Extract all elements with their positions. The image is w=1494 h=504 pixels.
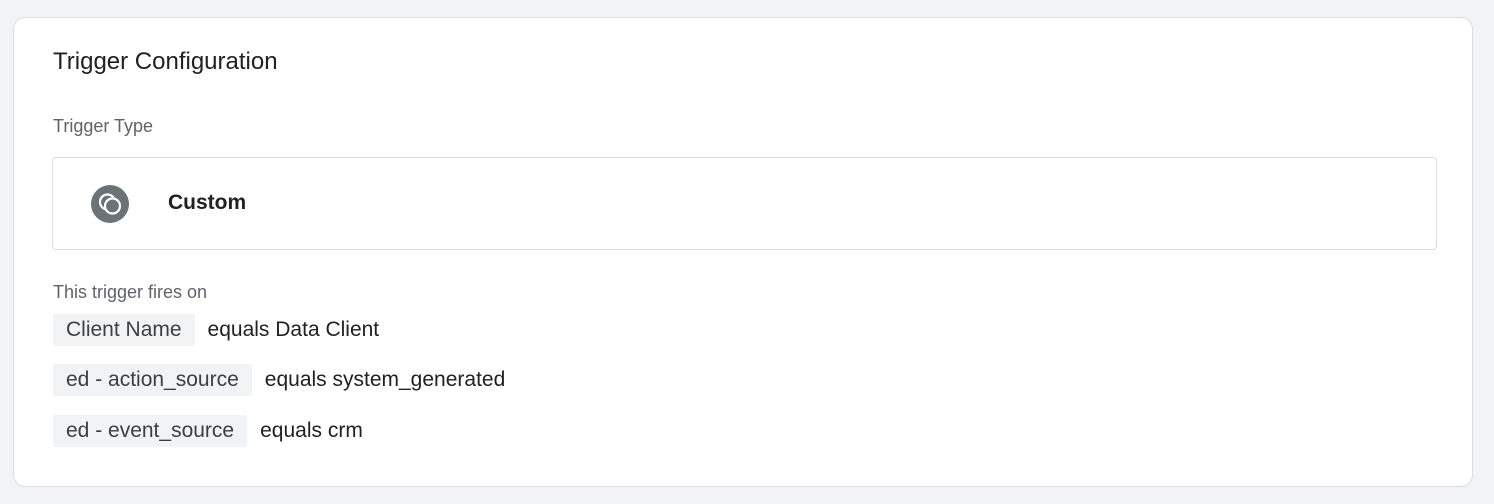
condition-row: ed - event_source equals crm (53, 415, 363, 447)
trigger-type-selector[interactable]: Custom (52, 157, 1437, 250)
condition-row: Client Name equals Data Client (53, 314, 379, 346)
condition-variable-chip: ed - event_source (53, 415, 248, 447)
condition-operator-value: equals Data Client (207, 318, 380, 341)
custom-trigger-icon (91, 185, 129, 223)
fires-on-label: This trigger fires on (53, 282, 208, 302)
trigger-configuration-card: Trigger Configuration Trigger Type Custo… (13, 17, 1473, 487)
condition-variable-chip: Client Name (53, 314, 195, 346)
card-title: Trigger Configuration (53, 48, 278, 75)
condition-operator-value: equals crm (260, 419, 363, 442)
condition-row: ed - action_source equals system_generat… (53, 364, 505, 396)
condition-operator-value: equals system_generated (264, 368, 506, 391)
trigger-type-name: Custom (168, 191, 247, 214)
condition-variable-chip: ed - action_source (53, 364, 252, 396)
trigger-type-label: Trigger Type (53, 116, 154, 136)
